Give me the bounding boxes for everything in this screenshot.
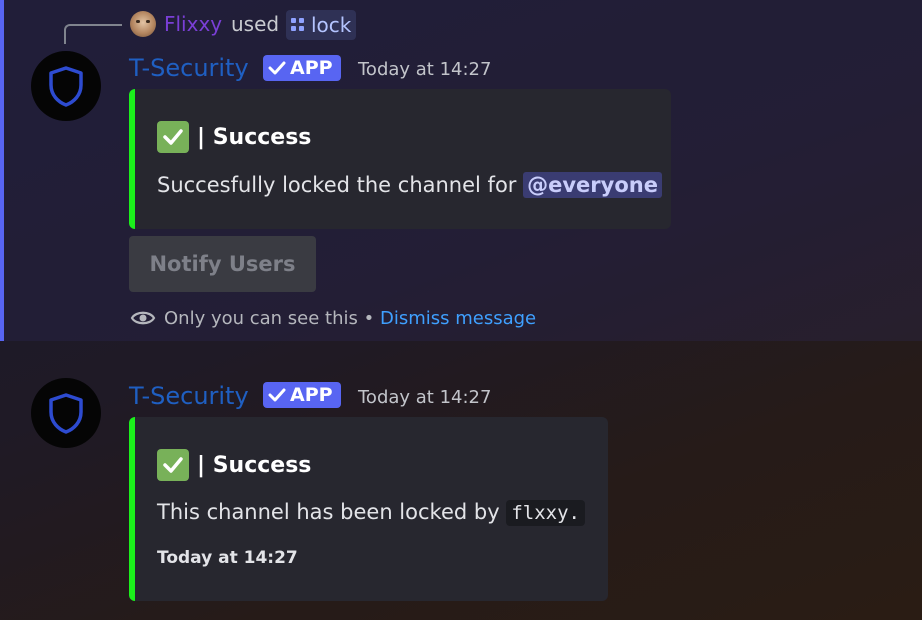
embed-footer-timestamp: Today at 14:27: [157, 548, 298, 568]
message-timestamp[interactable]: Today at 14:27: [358, 387, 491, 408]
checkmark-icon: [157, 121, 189, 153]
checkmark-icon: [268, 61, 286, 75]
checkmark-icon: [157, 449, 189, 481]
embed-title: | Success: [157, 121, 311, 153]
bot-avatar[interactable]: [31, 378, 101, 448]
embed-card: | Success This channel has been locked b…: [129, 417, 608, 601]
dismiss-message-link[interactable]: Dismiss message: [380, 308, 536, 329]
bot-avatar[interactable]: [31, 51, 101, 121]
bot-name[interactable]: T-Security: [129, 382, 249, 410]
notify-users-button[interactable]: Notify Users: [129, 236, 316, 292]
embed-description-text: This channel has been locked by: [157, 500, 507, 524]
shield-icon: [49, 393, 83, 434]
checkmark-icon: [268, 388, 286, 402]
app-badge-label: APP: [290, 384, 333, 406]
shield-icon: [49, 66, 83, 107]
embed-description: This channel has been locked by flxxy.: [157, 500, 585, 526]
slash-command-icon: [291, 18, 305, 32]
reply-connector: [64, 24, 122, 44]
bot-name[interactable]: T-Security: [129, 54, 249, 82]
ephemeral-text: Only you can see this •: [164, 307, 380, 329]
embed-description: Succesfully locked the channel for @ever…: [157, 172, 662, 198]
embed-title: | Success: [157, 449, 311, 481]
embed-description-text: Succesfully locked the channel for: [157, 173, 524, 197]
inline-code-username: flxxy.: [506, 500, 585, 526]
eye-icon: [130, 311, 156, 325]
app-badge: APP: [263, 55, 341, 81]
ephemeral-notice: Only you can see this • Dismiss message: [130, 307, 536, 329]
command-pill[interactable]: lock: [286, 10, 357, 40]
embed-title-text: | Success: [197, 452, 312, 478]
app-badge: APP: [263, 382, 341, 408]
embed-title-text: | Success: [197, 124, 312, 150]
embed-card: | Success Succesfully locked the channel…: [129, 89, 671, 229]
everyone-mention[interactable]: @everyone: [523, 172, 662, 198]
reply-user-name[interactable]: Flixxy: [164, 12, 222, 36]
command-name: lock: [311, 13, 352, 37]
app-badge-label: APP: [290, 57, 333, 79]
reply-user-avatar[interactable]: [130, 11, 156, 37]
reply-used-text: used: [231, 12, 280, 36]
message-timestamp[interactable]: Today at 14:27: [358, 59, 491, 80]
